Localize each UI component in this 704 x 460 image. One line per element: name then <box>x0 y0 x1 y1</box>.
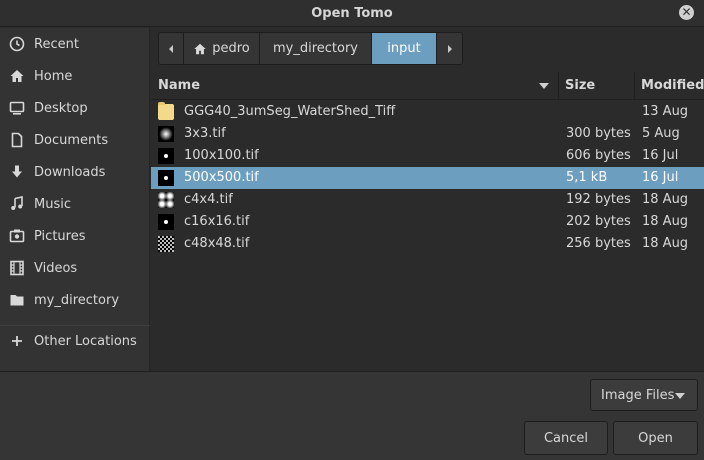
home-icon <box>194 43 206 54</box>
open-button-label: Open <box>638 430 673 446</box>
cancel-button[interactable]: Cancel <box>524 421 608 455</box>
path-segment-input[interactable]: input <box>372 33 437 64</box>
sidebar-item-music[interactable]: Music <box>0 188 150 220</box>
file-row[interactable]: GGG40_3umSeg_WaterShed_Tiff 13 Aug <box>151 101 704 123</box>
music-icon <box>0 196 34 212</box>
image-thumbnail-icon <box>158 192 174 208</box>
folder-icon <box>0 292 34 308</box>
file-row[interactable]: c48x48.tif 256 bytes 18 Aug <box>151 233 704 255</box>
path-scroll-right-button[interactable] <box>437 33 462 64</box>
sidebar: Recent Home Desktop Documents Downloads … <box>0 28 150 371</box>
sidebar-item-label: Pictures <box>34 228 86 244</box>
file-row[interactable]: c4x4.tif 192 bytes 18 Aug <box>151 189 704 211</box>
open-button[interactable]: Open <box>613 421 698 455</box>
column-size-header[interactable]: Size <box>565 72 595 100</box>
file-size: 256 bytes <box>566 236 631 251</box>
sidebar-item-my-directory[interactable]: my_directory <box>0 284 150 316</box>
videos-icon <box>0 260 34 276</box>
column-name-header[interactable]: Name <box>158 72 200 100</box>
cancel-button-label: Cancel <box>543 430 589 446</box>
file-name: c16x16.tif <box>184 214 250 229</box>
file-row[interactable]: 3x3.tif 300 bytes 5 Aug <box>151 123 704 145</box>
file-name: GGG40_3umSeg_WaterShed_Tiff <box>184 104 396 119</box>
file-row[interactable]: c16x16.tif 202 bytes 18 Aug <box>151 211 704 233</box>
title-bar: Open Tomo ✕ <box>0 0 704 27</box>
file-size: 202 bytes <box>566 214 631 229</box>
sidebar-item-label: Recent <box>34 36 79 52</box>
image-thumbnail-icon <box>158 236 174 252</box>
plus-icon <box>0 333 34 349</box>
file-name: 500x500.tif <box>184 170 259 185</box>
chevron-down-icon <box>675 393 685 399</box>
file-modified: 18 Aug <box>642 236 689 251</box>
chevron-left-icon <box>169 44 173 53</box>
sidebar-item-desktop[interactable]: Desktop <box>0 92 150 124</box>
sidebar-item-home[interactable]: Home <box>0 60 150 92</box>
image-thumbnail-icon <box>158 148 174 164</box>
file-modified: 18 Aug <box>642 214 689 229</box>
sidebar-item-label: Downloads <box>34 164 106 180</box>
sidebar-item-label: Videos <box>34 260 78 276</box>
chevron-right-icon <box>447 44 452 53</box>
path-segment-label: input <box>387 41 421 56</box>
filter-label: Image Files <box>601 387 675 403</box>
image-thumbnail-icon <box>158 170 174 186</box>
path-bar: pedro my_directory input <box>158 32 463 65</box>
file-list: Name Size Modified GGG40_3umSeg_WaterShe… <box>151 72 704 371</box>
sidebar-item-label: Music <box>34 196 71 212</box>
sidebar-item-downloads[interactable]: Downloads <box>0 156 150 188</box>
file-name: 100x100.tif <box>184 148 259 163</box>
file-row-selected[interactable]: 500x500.tif 5,1 kB 16 Jul <box>151 167 704 189</box>
file-type-filter-dropdown[interactable]: Image Files <box>590 379 698 411</box>
file-name: c4x4.tif <box>184 192 233 207</box>
file-size: 606 bytes <box>566 148 631 163</box>
file-modified: 18 Aug <box>642 192 689 207</box>
file-list-header: Name Size Modified <box>151 72 704 100</box>
sidebar-item-other-locations[interactable]: Other Locations <box>0 325 150 357</box>
documents-icon <box>0 132 34 148</box>
image-thumbnail-icon <box>158 126 174 142</box>
sidebar-item-recent[interactable]: Recent <box>0 28 150 60</box>
sidebar-item-documents[interactable]: Documents <box>0 124 150 156</box>
file-modified: 16 Jul <box>642 170 679 185</box>
close-icon[interactable]: ✕ <box>679 5 694 20</box>
sidebar-item-label: Other Locations <box>34 333 137 349</box>
file-row[interactable]: 100x100.tif 606 bytes 16 Jul <box>151 145 704 167</box>
desktop-icon <box>0 100 34 116</box>
folder-icon <box>158 102 174 120</box>
path-segment-label: pedro <box>212 41 250 56</box>
path-segment-home[interactable]: pedro <box>184 33 260 64</box>
path-segment-my-directory[interactable]: my_directory <box>260 33 372 64</box>
download-icon <box>0 164 34 180</box>
column-modified-header[interactable]: Modified <box>641 72 704 100</box>
clock-icon <box>0 36 34 52</box>
path-segment-label: my_directory <box>272 41 358 56</box>
window-title: Open Tomo <box>311 6 393 21</box>
file-modified: 16 Jul <box>642 148 679 163</box>
file-size: 300 bytes <box>566 126 631 141</box>
action-bar: Image Files Cancel Open <box>0 371 704 460</box>
path-scroll-left-button[interactable] <box>159 33 184 64</box>
sidebar-item-label: Desktop <box>34 100 88 116</box>
file-name: 3x3.tif <box>184 126 226 141</box>
image-thumbnail-icon <box>158 214 174 230</box>
pictures-icon <box>0 228 34 244</box>
sidebar-item-videos[interactable]: Videos <box>0 252 150 284</box>
file-size: 192 bytes <box>566 192 631 207</box>
sidebar-item-label: Home <box>34 68 73 84</box>
sidebar-item-label: my_directory <box>34 292 120 308</box>
file-modified: 13 Aug <box>642 104 689 119</box>
column-divider[interactable] <box>634 72 635 100</box>
home-icon <box>0 68 34 84</box>
file-name: c48x48.tif <box>184 236 250 251</box>
sidebar-item-pictures[interactable]: Pictures <box>0 220 150 252</box>
file-modified: 5 Aug <box>642 126 680 141</box>
file-size: 5,1 kB <box>566 170 608 185</box>
column-divider[interactable] <box>558 72 559 100</box>
sort-descending-icon[interactable] <box>539 83 549 89</box>
sidebar-item-label: Documents <box>34 132 109 148</box>
